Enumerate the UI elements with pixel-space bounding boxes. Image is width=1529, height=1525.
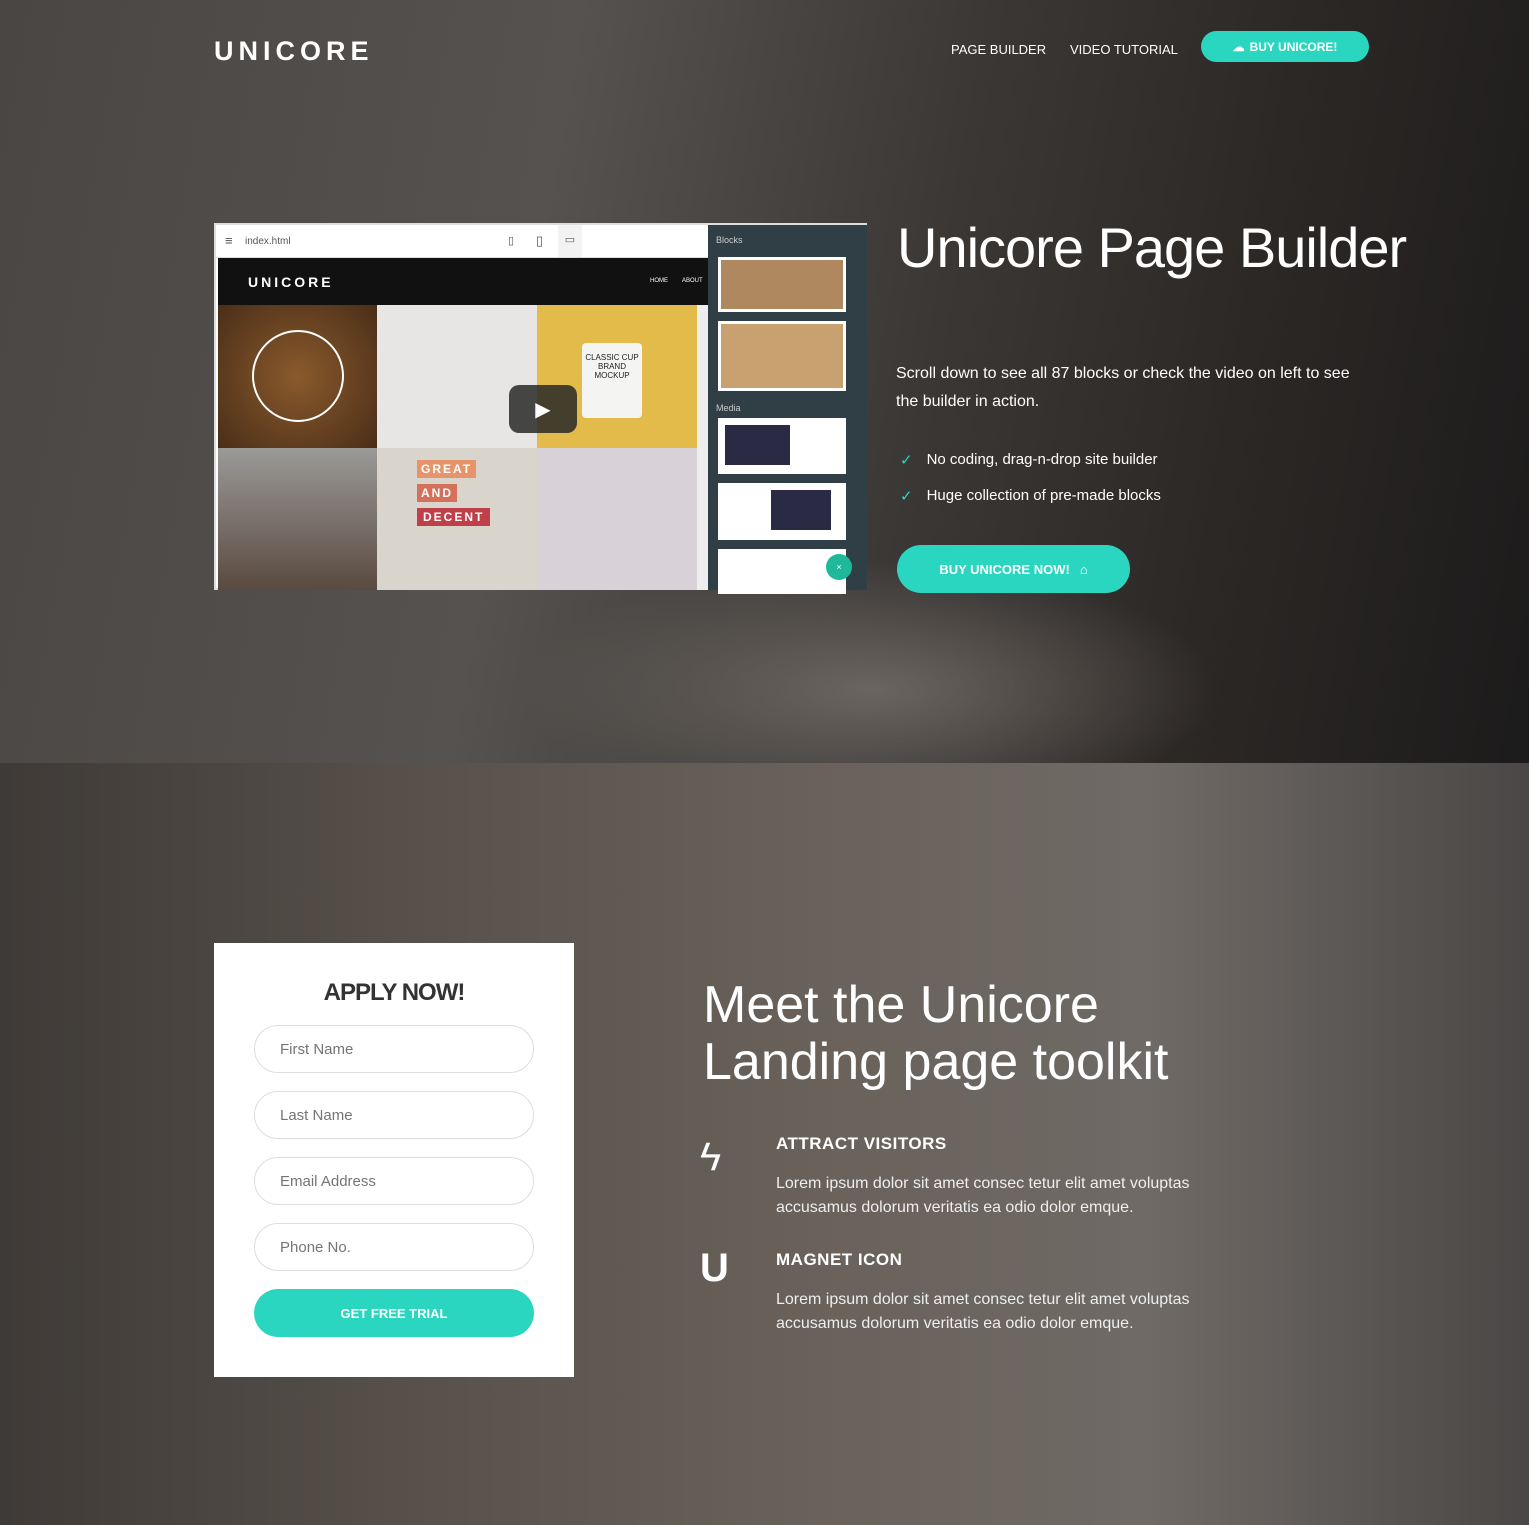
- poster-line: AND: [417, 484, 457, 502]
- poster-image: GREAT AND DECENT: [377, 448, 537, 590]
- sidebar-title: Blocks: [716, 235, 743, 245]
- site-nav-about: ABOUT: [682, 278, 703, 284]
- cloud-download-icon: ☁: [1232, 39, 1245, 54]
- play-button[interactable]: ▶: [509, 385, 577, 433]
- feature-text: No coding, drag-n-drop site builder: [926, 451, 1158, 468]
- cta-label: BUY UNICORE NOW!: [939, 561, 1070, 577]
- builder-toolbar: ≡ index.html ▯ ▯ ▭: [216, 225, 708, 258]
- buy-unicore-now-button[interactable]: BUY UNICORE NOW! ⌂: [897, 545, 1130, 593]
- check-icon: ✓: [900, 452, 913, 469]
- feature-title: ATTRACT VISITORS: [776, 1134, 947, 1153]
- block-thumb[interactable]: [718, 483, 846, 540]
- magnet-icon: U: [700, 1246, 729, 1290]
- feature-text: Lorem ipsum dolor sit amet consec tetur …: [776, 1291, 1190, 1332]
- site-nav-home: HOME: [650, 278, 668, 284]
- basket-icon: ⌂: [1079, 561, 1088, 577]
- toolkit-title: Meet the Unicore Landing page toolkit: [703, 976, 1169, 1091]
- check-icon: ✓: [900, 488, 913, 505]
- feature-text: Huge collection of pre-made blocks: [926, 487, 1161, 504]
- block-thumb[interactable]: [718, 257, 846, 312]
- logo[interactable]: UNICORE: [214, 36, 374, 67]
- first-name-input[interactable]: [254, 1025, 534, 1073]
- lightning-icon: ϟ: [700, 1135, 722, 1179]
- blocks-sidebar: Blocks Media ×: [708, 225, 867, 594]
- play-icon: ▶: [535, 398, 551, 421]
- site-logo: UNICORE: [248, 274, 334, 290]
- buy-unicore-button[interactable]: ☁ BUY UNICORE!: [1201, 31, 1369, 62]
- feature-text: Lorem ipsum dolor sit amet consec tetur …: [776, 1175, 1190, 1216]
- phone-icon[interactable]: ▯: [508, 234, 514, 247]
- badge-image: [218, 305, 377, 448]
- desk-image: [537, 448, 697, 590]
- tablet-icon[interactable]: ▯: [536, 233, 543, 249]
- site-nav: UNICORE HOME ABOUT: [218, 258, 708, 305]
- block-thumb[interactable]: [718, 321, 846, 391]
- email-input[interactable]: [254, 1157, 534, 1205]
- get-free-trial-button[interactable]: GET FREE TRIAL: [254, 1289, 534, 1337]
- nav-page-builder[interactable]: PAGE BUILDER: [951, 42, 1046, 57]
- poster-line: GREAT: [417, 460, 477, 478]
- sidebar-section: Media: [716, 403, 741, 413]
- form-title: APPLY NOW!: [323, 979, 466, 1006]
- image-grid: CLASSIC CUP BRAND MOCKUP GREAT AND DECEN…: [218, 305, 708, 590]
- builder-video-preview[interactable]: ≡ index.html ▯ ▯ ▭ UNICORE HOME ABOUT CL…: [214, 223, 867, 594]
- buy-label: BUY UNICORE!: [1249, 39, 1338, 54]
- feature-title: MAGNET ICON: [776, 1250, 903, 1269]
- hero-title: Unicore Page Builder: [897, 216, 1407, 279]
- feature-item: ✓ Huge collection of pre-made blocks: [900, 487, 1161, 505]
- poster-line: DECENT: [417, 508, 491, 526]
- mug-text: CLASSIC CUP BRAND MOCKUP: [582, 343, 642, 418]
- feature-item: ✓ No coding, drag-n-drop site builder: [900, 451, 1158, 469]
- photographer-image: [218, 448, 377, 590]
- menu-icon[interactable]: ≡: [225, 233, 233, 248]
- phone-input[interactable]: [254, 1223, 534, 1271]
- block-thumb[interactable]: [718, 418, 846, 474]
- close-icon[interactable]: ×: [826, 554, 852, 580]
- filename: index.html: [245, 236, 291, 247]
- hero-description: Scroll down to see all 87 blocks or chec…: [896, 365, 1350, 410]
- apply-form: APPLY NOW! GET FREE TRIAL: [214, 943, 574, 1377]
- last-name-input[interactable]: [254, 1091, 534, 1139]
- desktop-icon[interactable]: ▭: [558, 225, 582, 257]
- nav-video-tutorial[interactable]: VIDEO TUTORIAL: [1070, 42, 1178, 57]
- hero-section: UNICORE PAGE BUILDER VIDEO TUTORIAL ☁ BUY…: [0, 0, 1529, 763]
